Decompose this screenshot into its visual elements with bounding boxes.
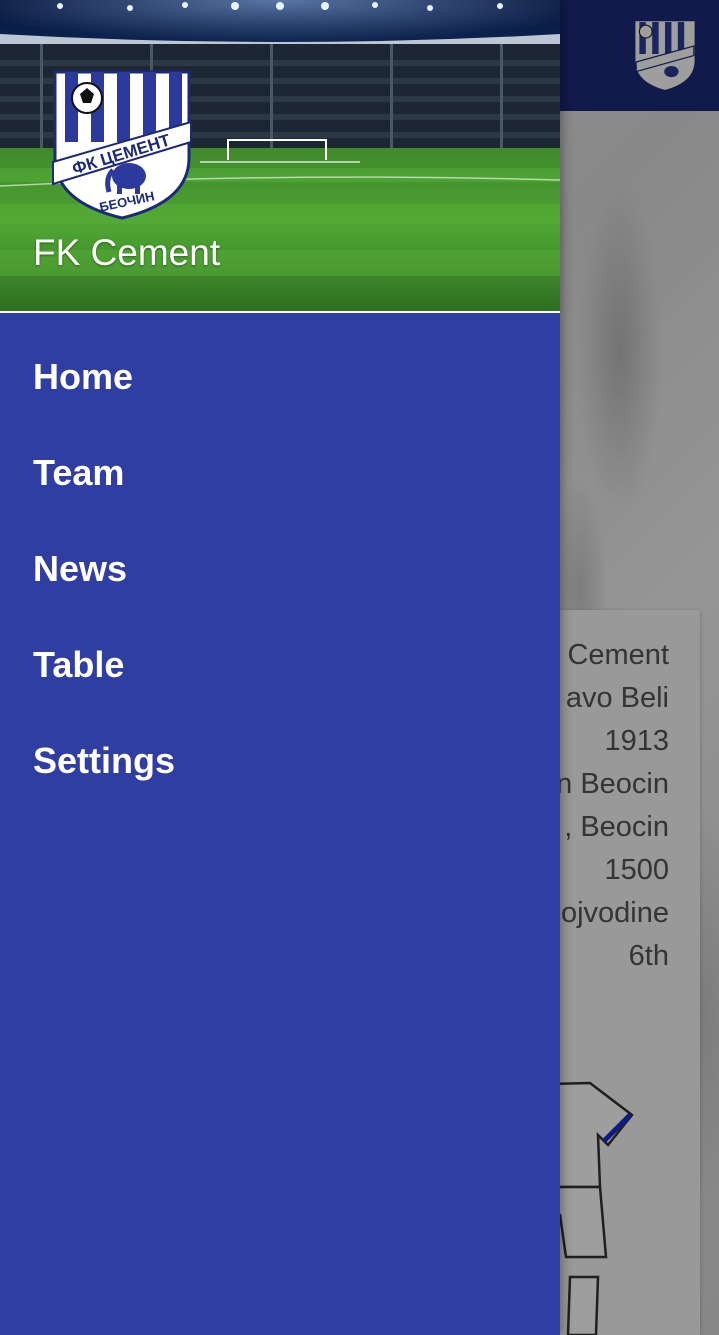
- app-screen: Cement avo Beli 1913 n Beocin , Beocin 1…: [0, 0, 719, 1335]
- club-crest-icon: ФК ЦЕМЕНТ БЕОЧИН: [52, 70, 192, 220]
- drawer-header: ФК ЦЕМЕНТ БЕОЧИН FK Cement: [0, 0, 560, 313]
- drawer-header-title: FK Cement: [33, 232, 221, 273]
- drawer-item-settings[interactable]: Settings: [0, 727, 560, 823]
- drawer-menu: Home Team News Table Settings: [0, 313, 560, 823]
- drawer-item-table[interactable]: Table: [0, 631, 560, 727]
- drawer-item-news[interactable]: News: [0, 535, 560, 631]
- navigation-drawer: ФК ЦЕМЕНТ БЕОЧИН FK Cement Home Team New…: [0, 0, 560, 1335]
- drawer-item-home[interactable]: Home: [0, 343, 560, 439]
- drawer-item-team[interactable]: Team: [0, 439, 560, 535]
